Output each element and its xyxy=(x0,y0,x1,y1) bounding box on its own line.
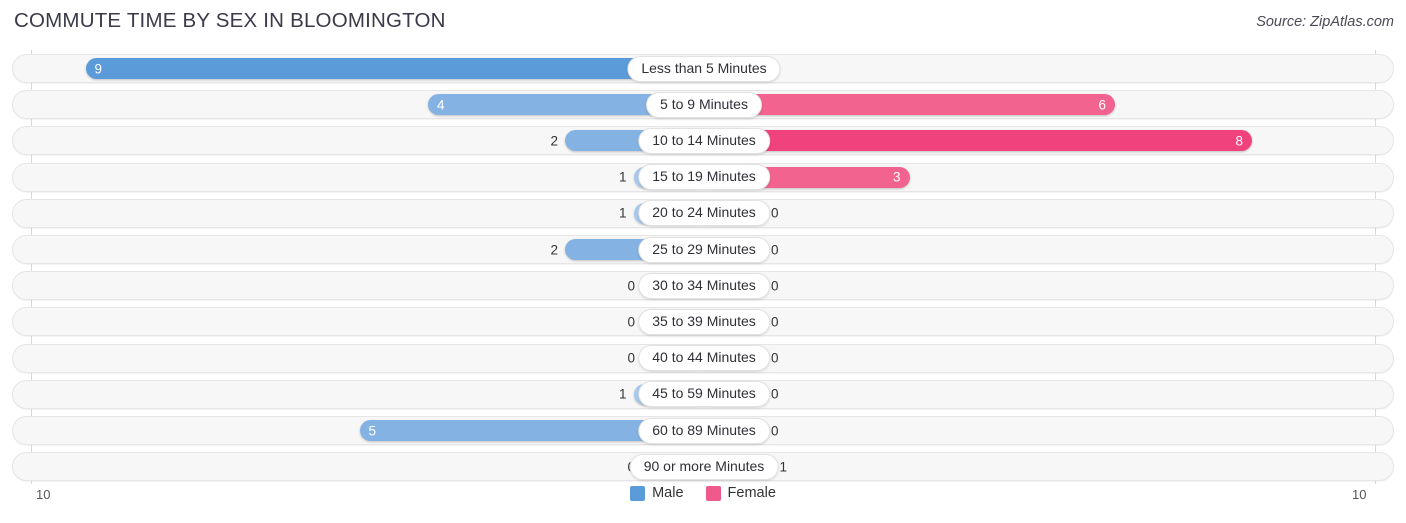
category-label: 40 to 44 Minutes xyxy=(638,345,770,372)
category-label: 60 to 89 Minutes xyxy=(638,417,770,444)
bar-value-female: 6 xyxy=(1098,97,1106,113)
row-inner: 0 0 30 to 34 Minutes xyxy=(13,272,1393,299)
bar-value-male: 1 xyxy=(618,386,627,402)
table-row[interactable]: 0190 or more Minutes xyxy=(12,452,1394,482)
table-row[interactable]: 4 6 5 to 9 Minutes xyxy=(12,90,1394,120)
row-inner: 1 3 15 to 19 Minutes xyxy=(13,164,1393,191)
source-attribution: Source: ZipAtlas.com xyxy=(1256,14,1394,30)
legend-item-female[interactable]: Female xyxy=(705,485,776,501)
bar-value-female: 0 xyxy=(771,350,779,366)
bar-value-male: 1 xyxy=(618,169,627,185)
table-row[interactable]: 2 0 25 to 29 Minutes xyxy=(12,235,1394,264)
bar-value-female: 0 xyxy=(771,205,779,221)
category-label: 90 or more Minutes xyxy=(629,453,779,480)
bar-value-male: 1 xyxy=(618,205,627,221)
category-label: 30 to 34 Minutes xyxy=(638,272,770,299)
table-row[interactable]: 2 8 10 to 14 Minutes xyxy=(12,126,1394,156)
row-inner: 1 0 45 to 59 Minutes xyxy=(13,381,1393,408)
row-inner: 4 6 5 to 9 Minutes xyxy=(13,91,1393,118)
bar-value-male: 0 xyxy=(627,278,635,294)
category-label: Less than 5 Minutes xyxy=(627,55,781,82)
category-label: 35 to 39 Minutes xyxy=(638,308,770,335)
bar-female[interactable]: 6 xyxy=(704,94,1115,116)
table-row[interactable]: 1 0 20 to 24 Minutes xyxy=(12,198,1394,228)
bar-value-female: 1 xyxy=(779,459,788,475)
bar-female[interactable]: 8 xyxy=(704,130,1252,152)
category-label: 15 to 19 Minutes xyxy=(638,164,770,191)
bar-value-male: 5 xyxy=(368,423,377,438)
table-row[interactable]: 0 0 35 to 39 Minutes xyxy=(12,307,1394,337)
legend-label-female: Female xyxy=(727,485,776,501)
page-title: COMMUTE TIME BY SEX IN BLOOMINGTON xyxy=(14,9,446,32)
bar-value-male: 0 xyxy=(627,350,635,366)
row-inner: 5 0 60 to 89 Minutes xyxy=(13,417,1393,444)
row-inner: 1 0 20 to 24 Minutes xyxy=(13,200,1393,227)
row-inner: 2 8 10 to 14 Minutes xyxy=(13,127,1393,154)
bar-value-female: 3 xyxy=(892,169,901,185)
plot-area: 90Less than 5 Minutes465 to 9 Minutes281… xyxy=(0,50,1406,484)
category-label: 25 to 29 Minutes xyxy=(638,236,770,263)
bar-value-male: 4 xyxy=(437,97,445,113)
table-row[interactable]: 90Less than 5 Minutes xyxy=(12,54,1394,83)
chart-root: COMMUTE TIME BY SEX IN BLOOMINGTON Sourc… xyxy=(0,0,1406,523)
legend-swatch-female xyxy=(705,485,721,501)
legend-item-male[interactable]: Male xyxy=(630,485,684,501)
category-label: 10 to 14 Minutes xyxy=(638,127,770,154)
category-label: 20 to 24 Minutes xyxy=(638,200,770,227)
chart-legend: Male Female xyxy=(0,485,1406,501)
category-label: 5 to 9 Minutes xyxy=(646,91,762,118)
bar-male[interactable]: 9 xyxy=(85,58,702,79)
row-inner: 90Less than 5 Minutes xyxy=(13,55,1393,82)
row-inner: 0 0 35 to 39 Minutes xyxy=(13,308,1393,335)
bar-value-female: 0 xyxy=(771,386,779,402)
table-row[interactable]: 0 0 40 to 44 Minutes xyxy=(12,343,1394,373)
row-inner: 0 0 40 to 44 Minutes xyxy=(13,345,1393,372)
row-inner: 2 0 25 to 29 Minutes xyxy=(13,236,1393,263)
bar-value-female: 0 xyxy=(771,242,779,257)
category-label: 45 to 59 Minutes xyxy=(638,381,770,408)
bar-value-male: 2 xyxy=(550,133,558,149)
row-inner: 0190 or more Minutes xyxy=(13,453,1393,480)
bar-value-male: 2 xyxy=(550,242,558,257)
legend-swatch-male xyxy=(630,485,646,501)
bar-value-male: 0 xyxy=(627,314,635,330)
bar-value-female: 0 xyxy=(771,278,779,294)
table-row[interactable]: 0 0 30 to 34 Minutes xyxy=(12,271,1394,301)
bar-value-male: 9 xyxy=(94,61,103,76)
table-row[interactable]: 1 0 45 to 59 Minutes xyxy=(12,379,1394,409)
bar-value-female: 0 xyxy=(771,423,779,438)
bar-value-female: 8 xyxy=(1235,133,1243,149)
table-row[interactable]: 1 3 15 to 19 Minutes xyxy=(12,162,1394,192)
bar-value-female: 0 xyxy=(771,314,779,330)
legend-label-male: Male xyxy=(652,485,684,501)
table-row[interactable]: 5 0 60 to 89 Minutes xyxy=(12,416,1394,445)
